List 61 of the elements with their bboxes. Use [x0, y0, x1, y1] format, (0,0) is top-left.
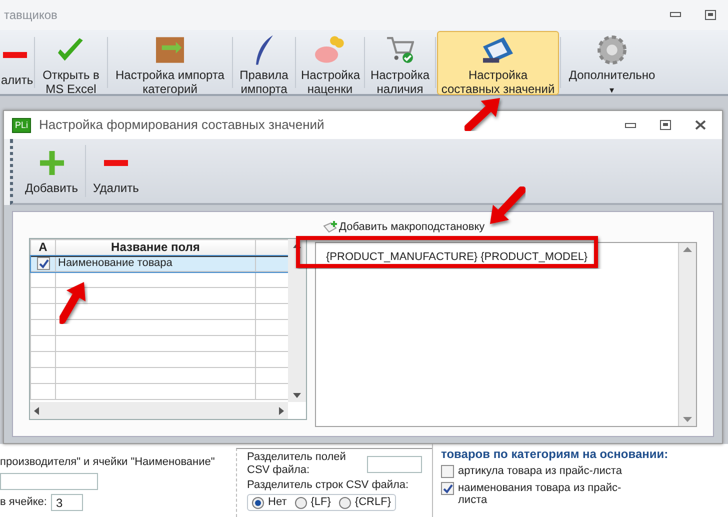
piggy-bank-icon	[315, 36, 345, 64]
ribbon-button[interactable]: Настройка наценки	[297, 31, 363, 95]
checkbox[interactable]	[441, 482, 454, 495]
radio-label: Нет	[268, 496, 287, 509]
radio-label: {CRLF}	[354, 496, 391, 509]
cart-icon	[386, 36, 414, 64]
annotation-arrow	[58, 282, 86, 324]
restore-icon[interactable]	[705, 10, 716, 20]
gear-icon	[597, 35, 627, 65]
text-field[interactable]	[0, 473, 98, 490]
form-label: Разделитель строк CSV файла:	[247, 479, 410, 492]
radio-button[interactable]	[338, 496, 351, 508]
radio-button[interactable]	[294, 496, 307, 508]
feather-icon	[254, 35, 274, 65]
column-header[interactable]: A	[30, 240, 56, 256]
minus-icon	[3, 52, 27, 58]
ribbon-button[interactable]: Настройка составных значений	[437, 31, 559, 95]
checkbox-label: артикула товара из прайс-листа	[458, 465, 622, 477]
add-note-icon	[323, 220, 339, 234]
checkmark-icon	[58, 38, 84, 62]
checkbox[interactable]	[36, 257, 50, 270]
scroll-left-icon[interactable]	[34, 406, 39, 415]
table-cell: Наименование товара	[56, 256, 256, 272]
form-label: Разделитель полей CSV файла:	[247, 451, 347, 477]
template-field[interactable]: {PRODUCT_MANUFACTURE} {PRODUCT_MODEL}	[315, 242, 697, 427]
plus-icon	[40, 151, 64, 175]
form-label: производителя" и ячейки "Наименование"	[0, 456, 216, 469]
window-title: тавщиков	[4, 8, 58, 22]
column-header[interactable]: Название поля	[56, 240, 256, 256]
ribbon-button[interactable]: Дополнительно ▾	[562, 31, 662, 95]
checkbox[interactable]	[441, 465, 454, 478]
app-logo: PLi	[12, 118, 32, 132]
ribbon-button[interactable]: Открыть в MS Excel	[36, 31, 106, 95]
dialog-title: Настройка формирования составных значений	[39, 118, 324, 132]
device-icon	[483, 37, 513, 63]
ribbon-button[interactable]: Настройка наличия	[366, 31, 434, 95]
text-field[interactable]	[367, 456, 422, 472]
checkbox-label: наименования товара из прайс-листа	[458, 482, 622, 506]
radio-label: {LF}	[310, 496, 331, 509]
scroll-down-icon[interactable]	[293, 393, 301, 398]
minimize-icon[interactable]	[625, 121, 636, 129]
close-icon[interactable]	[695, 120, 706, 130]
ribbon-button[interactable]: Настройка импорта категорий	[109, 31, 231, 95]
ribbon-button[interactable]: Правила импорта	[234, 31, 294, 95]
ribbon-button[interactable]: алить	[0, 31, 33, 95]
toolbar-button[interactable]: Добавить	[19, 139, 84, 203]
radio-button[interactable]	[252, 496, 264, 508]
annotation-arrow	[490, 186, 526, 224]
add-macro-link[interactable]: Добавить макроподстановку	[323, 220, 697, 234]
scroll-right-icon[interactable]	[279, 406, 284, 415]
restore-icon[interactable]	[660, 120, 671, 130]
box-icon	[156, 37, 184, 63]
number-field[interactable]: 3	[50, 494, 83, 511]
annotation-arrow	[464, 98, 500, 132]
section-heading: товаров по категориям на основании:	[441, 448, 670, 461]
minimize-icon[interactable]	[670, 10, 681, 18]
toolbar-button[interactable]: Удалить	[87, 139, 145, 203]
scroll-down-icon[interactable]	[683, 417, 692, 422]
minus-icon	[104, 160, 128, 166]
form-label: в ячейке:	[0, 496, 47, 509]
caret-icon: ▾	[610, 85, 614, 95]
